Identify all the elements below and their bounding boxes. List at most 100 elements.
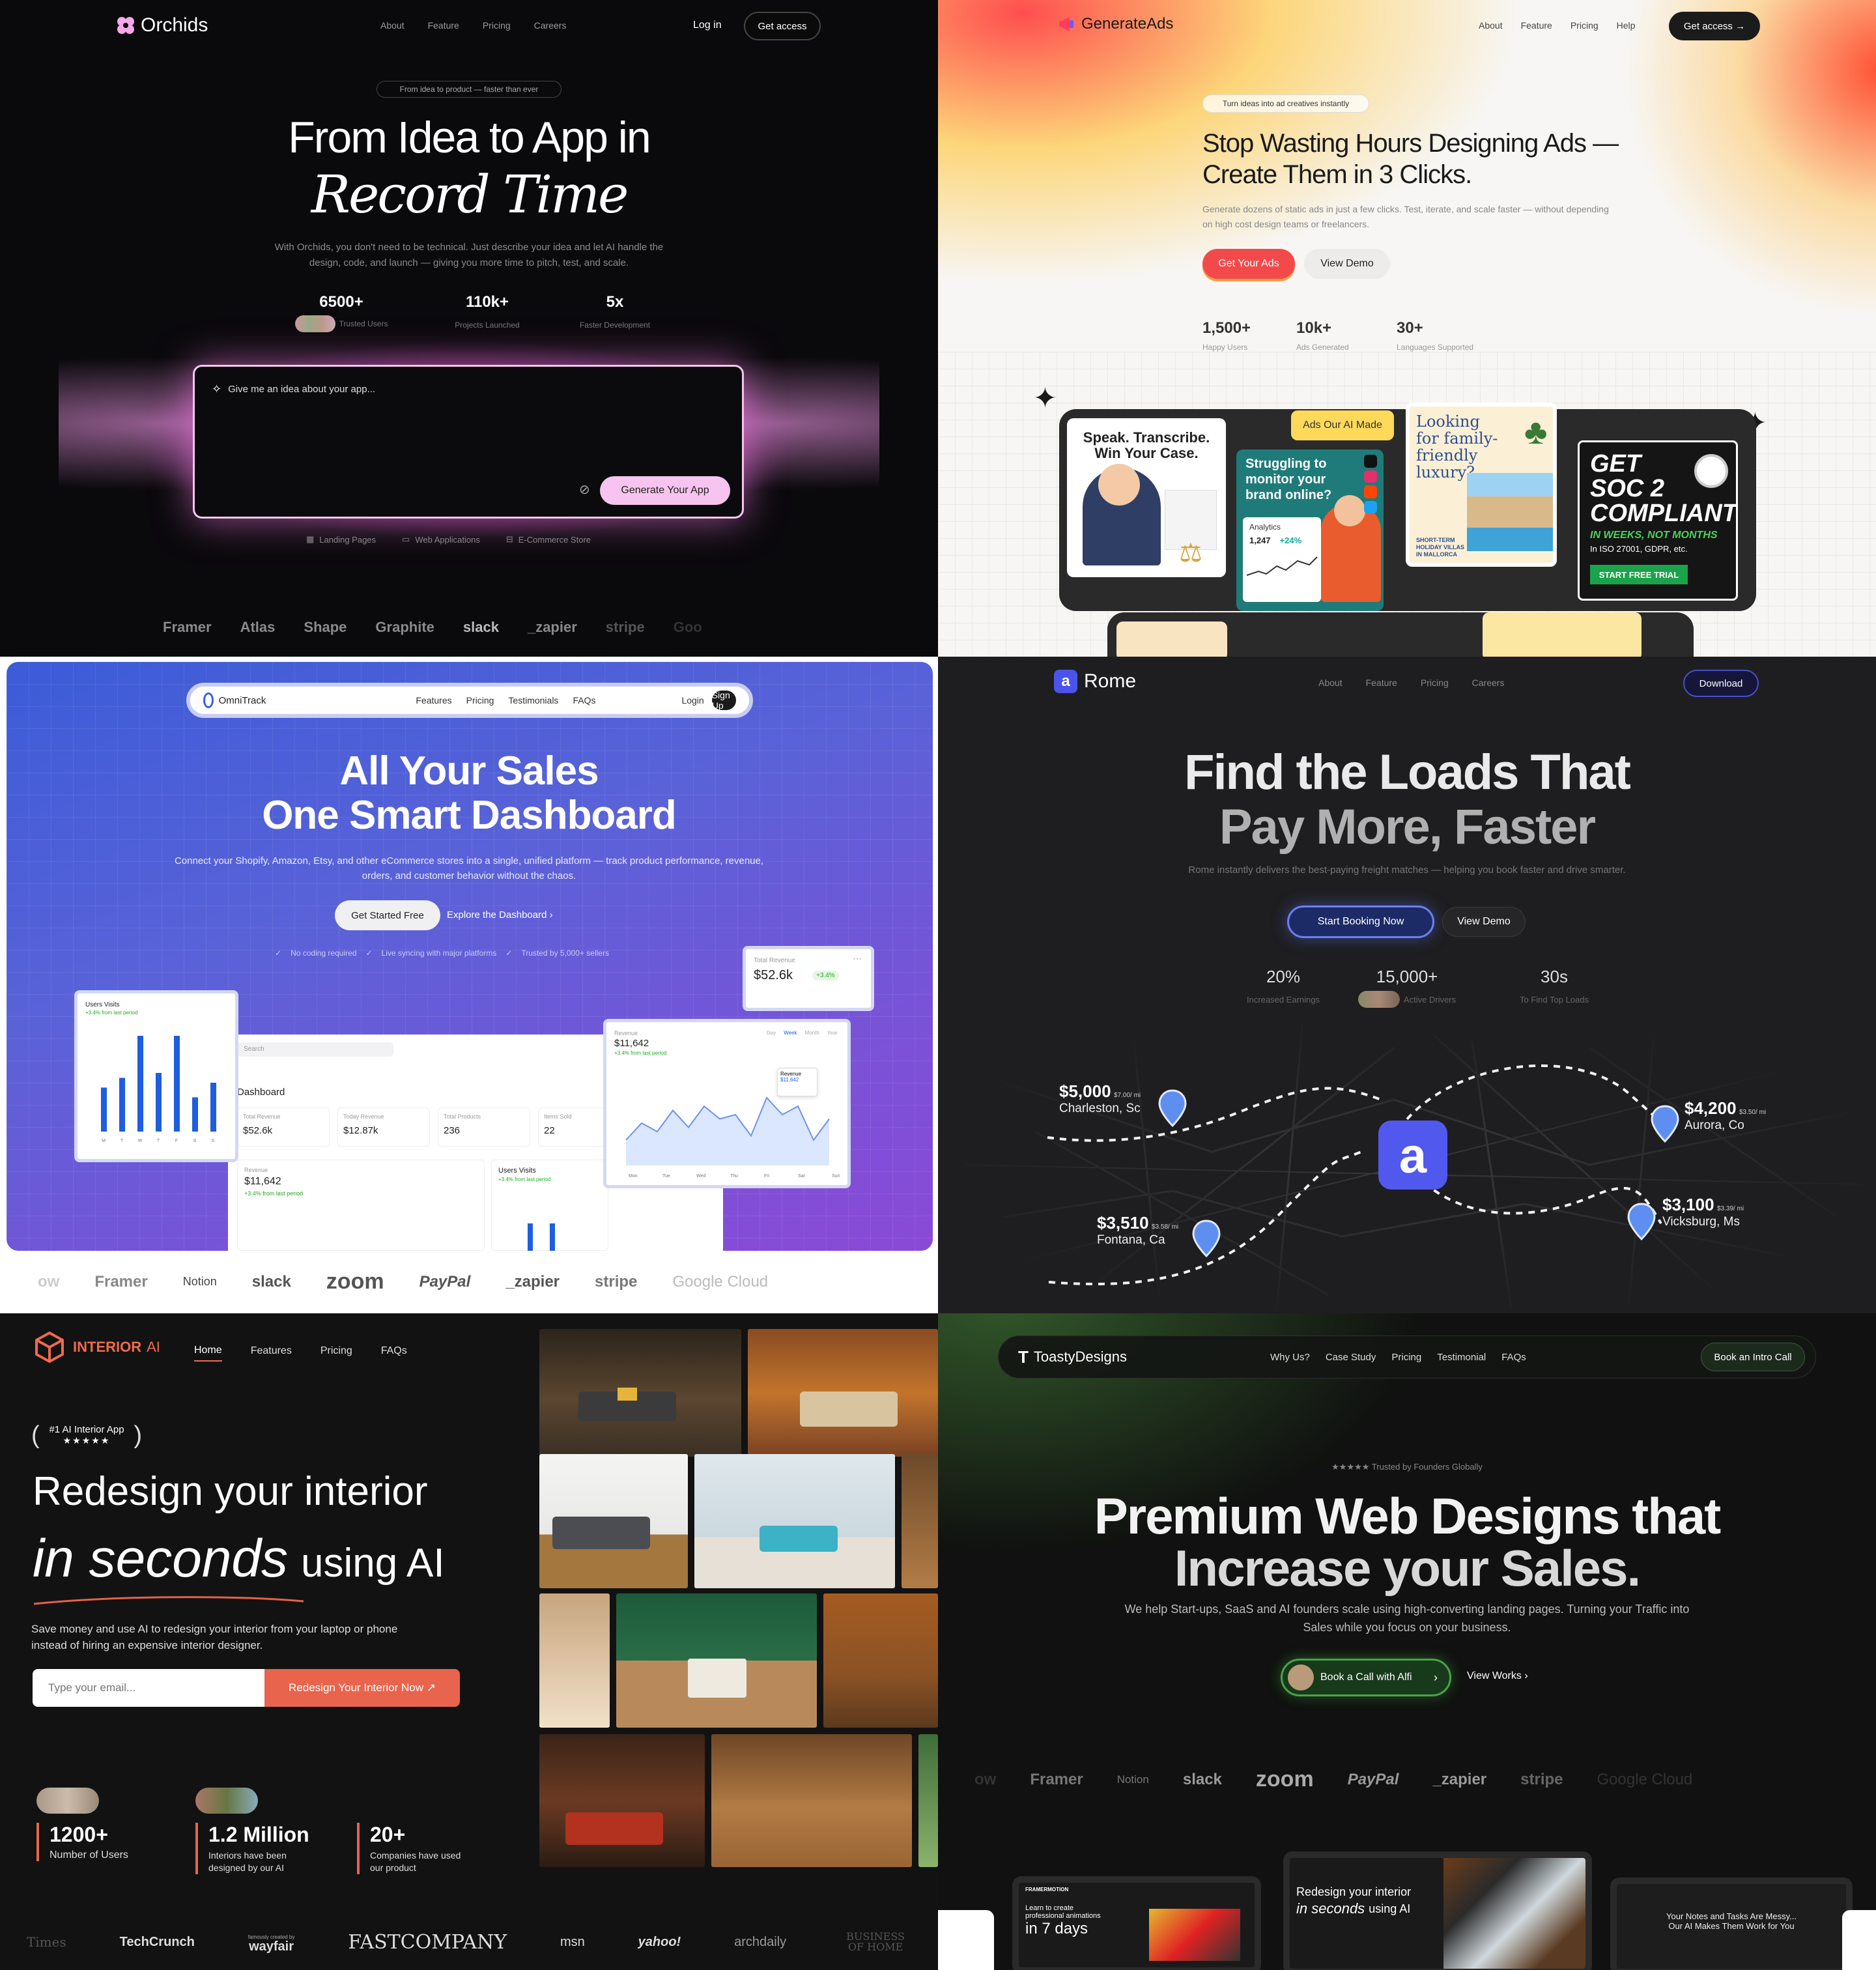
load-rate: $3.50/ mi [1739,1109,1767,1116]
nav-about[interactable]: About [1479,20,1503,31]
nav-pricing[interactable]: Pricing [320,1345,352,1361]
paperclip-icon[interactable]: ⊘ [579,481,590,498]
nav-pricing[interactable]: Pricing [1421,678,1449,688]
email-input[interactable] [33,1669,264,1707]
portfolio-thumb-interior[interactable]: Redesign your interior in seconds using A… [1283,1851,1592,1970]
book-call-button[interactable]: Book a Call with Alfi › [1281,1659,1451,1696]
nav-feature[interactable]: Feature [1521,20,1552,31]
nav-faqs[interactable]: FAQs [381,1345,407,1361]
load-card-vicksburg[interactable]: $3,100 $3.39/ mi Vicksburg, Ms [1662,1195,1744,1229]
users-visits-card: Users Visits +3.4% from last period M T W T… [74,990,238,1162]
nav-help[interactable]: Help [1617,20,1636,31]
login-link[interactable]: Login [681,695,704,706]
start-booking-button[interactable]: Start Booking Now [1287,906,1434,938]
orchids-nav: About Feature Pricing Careers [380,20,566,31]
ad-card-legal[interactable]: Speak. Transcribe. Win Your Case. ⚖ [1067,418,1226,577]
nav-careers[interactable]: Careers [1472,678,1505,688]
nav-careers[interactable]: Careers [534,20,567,31]
tab-day[interactable]: Day [767,1030,776,1036]
tag-web-apps[interactable]: ▭ Web Applications [402,534,480,545]
omni-brand-name[interactable]: OmniTrack [219,695,266,706]
underline-swoosh [33,1596,304,1605]
load-card-aurora[interactable]: $4,200 $3.50/ mi Aurora, Co [1684,1098,1766,1133]
load-card-charleston[interactable]: $5,000 $7.00/ mi Charleston, Sc [1059,1081,1141,1116]
interior-photo[interactable] [539,1454,688,1588]
interior-photo[interactable] [748,1329,938,1457]
view-demo-button[interactable]: View Demo [1442,907,1526,937]
nav-home[interactable]: Home [194,1345,222,1362]
generateads-logo[interactable]: GenerateAds [1057,14,1173,34]
nav-pricing[interactable]: Pricing [466,695,494,706]
nav-pricing[interactable]: Pricing [1391,1352,1421,1363]
get-started-button[interactable]: Get Started Free [335,900,440,930]
portfolio-thumb-framermotion[interactable]: FRAMERMOTION Learn to create professiona… [1012,1876,1261,1970]
nav-why-us[interactable]: Why Us? [1270,1352,1310,1363]
rome-logo[interactable]: a Rome [1054,670,1136,693]
nav-about[interactable]: About [1318,678,1343,688]
interior-photo[interactable] [616,1593,817,1728]
explore-dashboard-link[interactable]: Explore the Dashboard › [447,909,553,921]
get-your-ads-button[interactable]: Get Your Ads [1202,249,1295,279]
get-access-button[interactable]: Get access [744,12,821,40]
prompt-placeholder[interactable]: Give me an idea about your app... [228,384,375,395]
nav-about[interactable]: About [380,20,405,31]
nav-features[interactable]: Features [416,695,451,706]
interior-photo[interactable] [539,1734,705,1867]
login-link[interactable]: Log in [693,20,722,31]
interior-photo[interactable] [823,1593,938,1728]
nav-features[interactable]: Features [251,1345,292,1361]
generate-app-button[interactable]: Generate Your App [600,476,730,505]
logo-notion: Notion [182,1275,217,1288]
nav-testimonials[interactable]: Testimonials [508,695,558,706]
tab-year[interactable]: Year [827,1030,838,1036]
nav-faqs[interactable]: FAQs [1501,1352,1526,1363]
nav-feature[interactable]: Feature [1366,678,1397,688]
tag-ecommerce[interactable]: ⊟ E-Commerce Store [506,534,591,545]
nav-pricing[interactable]: Pricing [1570,20,1599,31]
ad-card-soc2[interactable]: GET SOC 2 COMPLIANT IN WEEKS, NOT MONTHS… [1578,440,1738,601]
portfolio-thumb-partial[interactable] [1842,1910,1876,1970]
interior-photo[interactable] [902,1454,938,1588]
view-demo-button[interactable]: View Demo [1304,249,1390,279]
redesign-button[interactable]: Redesign Your Interior Now ↗ [264,1669,460,1707]
sign-up-button[interactable]: Sign Up [711,690,736,711]
interior-logo[interactable]: INTERIOR AI [33,1330,160,1364]
interior-photo[interactable] [539,1329,741,1457]
toasty-logo-icon[interactable]: T [1018,1347,1029,1367]
get-access-button[interactable]: Get access → [1669,12,1760,40]
nav-pricing[interactable]: Pricing [483,20,511,31]
interior-photo[interactable] [694,1454,895,1588]
load-city: Fontana, Ca [1097,1233,1165,1247]
portfolio-thumb-partial[interactable] [938,1910,994,1970]
kpi-label: Total Revenue [243,1113,281,1120]
tag-landing-pages[interactable]: ▦ Landing Pages [306,534,376,545]
interior-photo[interactable] [711,1734,912,1867]
prompt-box[interactable]: ✧ Give me an idea about your app... ⊘ Ge… [193,365,744,519]
nav-case-study[interactable]: Case Study [1326,1352,1376,1363]
interior-photo[interactable] [918,1734,938,1867]
logo-notion: Notion [1116,1773,1149,1786]
tab-week[interactable]: Week [784,1030,797,1036]
stat-label: Faster Development [579,321,651,330]
download-button[interactable]: Download [1683,670,1759,697]
book-intro-call-button[interactable]: Book an Intro Call [1701,1343,1805,1371]
interior-photo[interactable] [539,1593,610,1728]
start-free-trial-button[interactable]: START FREE TRIAL [1590,565,1688,584]
nav-faqs[interactable]: FAQs [573,695,595,706]
logo-zapier: _zapier [527,619,577,635]
tab-month[interactable]: Month [805,1030,819,1036]
nav-testimonial[interactable]: Testimonial [1437,1352,1486,1363]
ad-card-villa[interactable]: Looking for family-friendly luxury? ♣ SH… [1406,403,1557,567]
orchids-logo[interactable]: Orchids [116,14,208,36]
more-icon[interactable]: ⋯ [853,953,862,964]
view-works-link[interactable]: View Works › [1467,1670,1528,1682]
reddit-icon [1364,485,1377,498]
toasty-brand-name[interactable]: ToastyDesigns [1034,1349,1127,1365]
ad-card-brand-monitor[interactable]: Struggling to monitor your brand online?… [1236,450,1384,611]
load-card-fontana[interactable]: $3,510 $3.58/ mi Fontana, Ca [1097,1213,1178,1248]
nav-feature[interactable]: Feature [428,20,459,31]
tag-label: E-Commerce Store [518,534,591,545]
ad-headline: Speak. Transcribe. Win Your Case. [1083,429,1210,461]
portfolio-thumb-notes[interactable]: Your Notes and Tasks Are Messy... Our AI… [1610,1877,1853,1970]
dashboard-search[interactable]: Search [237,1042,393,1057]
